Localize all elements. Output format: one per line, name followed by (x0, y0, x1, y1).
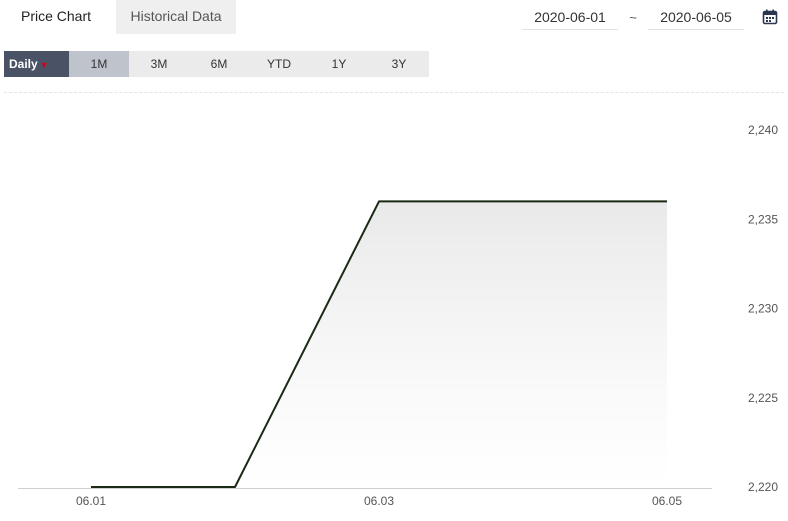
price-line (91, 200, 667, 488)
y-tick-label: 2,230 (748, 302, 778, 316)
chart-tabs: Price Chart Historical Data (0, 0, 236, 34)
period-1y-button[interactable]: 1Y (309, 51, 369, 77)
y-tick-label: 2,225 (748, 391, 778, 405)
daily-label: Daily (9, 57, 38, 71)
daily-dropdown[interactable]: Daily ▼ (4, 51, 69, 77)
y-tick-label: 2,235 (748, 212, 778, 226)
x-tick-label: 06.01 (76, 494, 106, 508)
period-3y-button[interactable]: 3Y (369, 51, 429, 77)
period-selector: Daily ▼ 1M 3M 6M YTD 1Y 3Y (4, 51, 429, 77)
tab-historical-data[interactable]: Historical Data (116, 0, 236, 34)
y-tick-label: 2,240 (748, 123, 778, 137)
x-tick-label: 06.03 (364, 494, 394, 508)
y-tick-label: 2,220 (748, 480, 778, 494)
start-date-input[interactable] (522, 4, 618, 30)
caret-down-icon: ▼ (39, 60, 49, 70)
chart-divider (4, 92, 784, 93)
calendar-icon[interactable] (761, 8, 779, 26)
period-ytd-button[interactable]: YTD (249, 51, 309, 77)
end-date-input[interactable] (648, 4, 744, 30)
period-6m-button[interactable]: 6M (189, 51, 249, 77)
tab-price-chart[interactable]: Price Chart (0, 0, 112, 34)
date-separator: ~ (629, 9, 637, 25)
period-1m-button[interactable]: 1M (69, 51, 129, 77)
price-area (91, 201, 667, 487)
price-chart: 06.01 06.03 06.05 2,220 2,225 2,230 2,235 2,240 (18, 123, 778, 508)
period-3m-button[interactable]: 3M (129, 51, 189, 77)
x-tick-label: 06.05 (652, 494, 682, 508)
date-range: ~ (522, 0, 788, 34)
